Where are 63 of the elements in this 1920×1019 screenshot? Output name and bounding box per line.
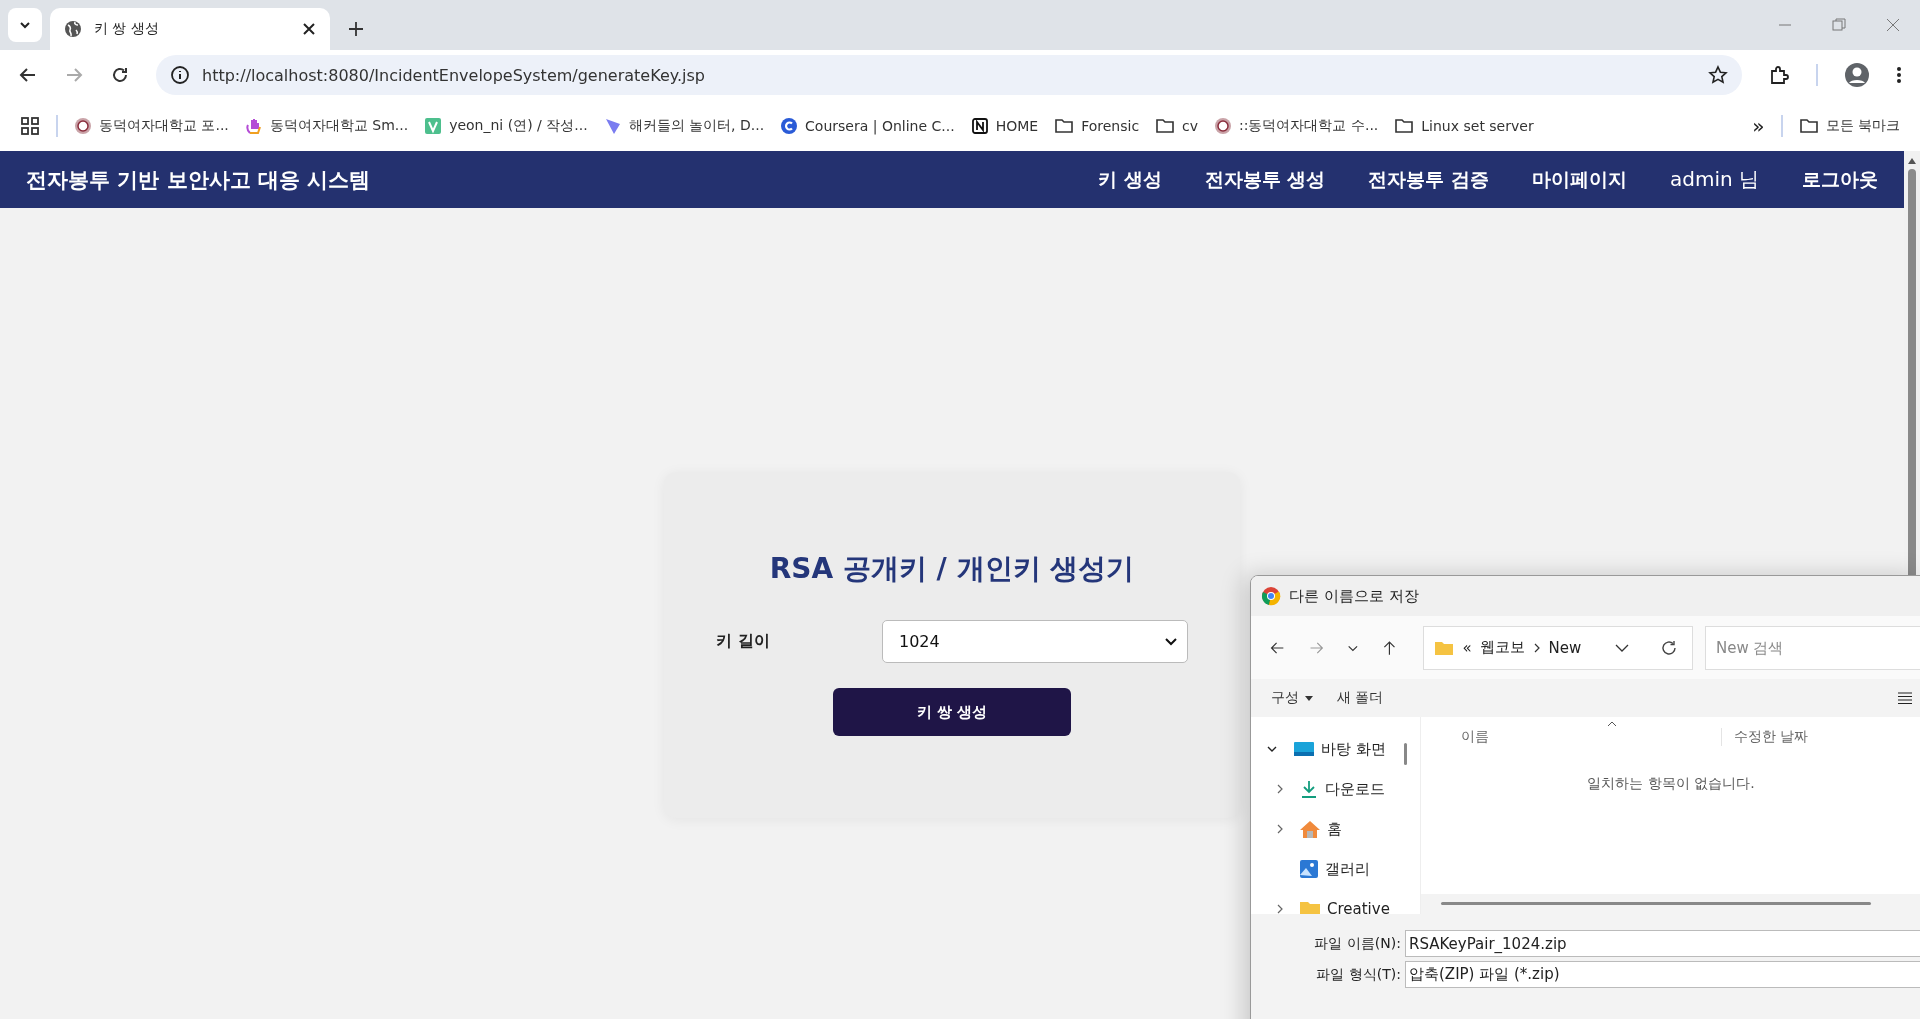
bookmark[interactable]: Forensic	[1054, 116, 1140, 135]
bookmark-label: yeon_ni (연) / 작성...	[449, 116, 588, 135]
tree-item-label: 홈	[1327, 819, 1342, 839]
bookmark[interactable]: cv	[1155, 116, 1199, 135]
nav-link[interactable]: 전자봉투 검증	[1368, 166, 1489, 193]
path-segment[interactable]: 웹코보	[1479, 638, 1525, 657]
tree-item[interactable]: 바탕 화면	[1251, 729, 1402, 769]
nav-link[interactable]: 로그아웃	[1802, 166, 1878, 193]
user-name[interactable]: admin 님	[1669, 166, 1759, 193]
bookmark-label: ::동덕여자대학교 수...	[1239, 116, 1379, 135]
column-header[interactable]: 수정한 날짜	[1721, 728, 1809, 746]
tree-item[interactable]: 다운로드	[1251, 769, 1402, 809]
nav-link[interactable]: 마이페이지	[1531, 166, 1627, 193]
tree-item-label: Creative	[1327, 900, 1390, 914]
bookmark-label: HOME	[995, 117, 1039, 134]
bookmark-label: 동덕여자대학교 포...	[99, 116, 229, 135]
tree-item-label: 갤러리	[1325, 859, 1370, 879]
empty-message: 일치하는 항목이 없습니다.	[1586, 775, 1756, 793]
bookmark[interactable]: 동덕여자대학교 포...	[74, 116, 229, 135]
bookmark-label: cv	[1182, 117, 1199, 134]
tree-item[interactable]: 홈	[1251, 809, 1402, 849]
all-bookmarks[interactable]: 모든 북마크	[1798, 116, 1900, 135]
tree-item[interactable]: Creative	[1251, 889, 1402, 914]
address-bar[interactable]: http://localhost:8080/IncidentEnvelopeSystem/generateKey.jsp	[156, 55, 1742, 95]
browser-tab[interactable]: 키 쌍 생성	[50, 8, 330, 50]
dialog-title: 다른 이름으로 저장	[1289, 586, 1419, 606]
bookmark-label: Coursera | Online C...	[805, 117, 955, 134]
bookmark-label: Linux set server	[1421, 117, 1534, 134]
nav-link[interactable]: 키 생성	[1098, 166, 1162, 193]
column-header[interactable]: 이름	[1421, 728, 1721, 746]
url-text: http://localhost:8080/IncidentEnvelopeSystem/generateKey.jsp	[202, 65, 706, 85]
generate-button[interactable]: 키 쌍 생성	[833, 688, 1071, 736]
bookmark[interactable]: HOME	[970, 116, 1039, 135]
file-name-field[interactable]: RSAKeyPair_1024.zip	[1405, 930, 1920, 957]
path-prefix: «	[1462, 638, 1472, 657]
bookmark-label: 모든 북마크	[1825, 116, 1900, 135]
command-button[interactable]: 구성	[1271, 689, 1313, 707]
bookmark[interactable]: 해커들의 놀이터, D...	[603, 116, 765, 135]
tree-item[interactable]: 갤러리	[1251, 849, 1402, 889]
key-length-select[interactable]: 1024	[882, 620, 1188, 663]
bookmark[interactable]: yeon_ni (연) / 작성...	[424, 116, 588, 135]
bookmark[interactable]: ::동덕여자대학교 수...	[1214, 116, 1379, 135]
field-label: 키 길이	[716, 631, 771, 652]
command-button[interactable]: 새 폴더	[1337, 689, 1384, 707]
search-field[interactable]: New 검색	[1705, 625, 1920, 670]
card-title: RSA 공개키 / 개인키 생성기	[769, 551, 1135, 587]
tab-title: 키 쌍 생성	[94, 20, 160, 38]
bookmark[interactable]: 동덕여자대학교 Sm...	[244, 116, 409, 135]
tree-item-label: 바탕 화면	[1321, 739, 1386, 759]
field-label: 파일 이름(N):	[1313, 934, 1402, 953]
path-segment[interactable]: New	[1548, 638, 1582, 657]
field-label: 파일 형식(T):	[1315, 965, 1402, 984]
bookmark-label: 해커들의 놀이터, D...	[628, 116, 765, 135]
more-bookmarks-button[interactable]: »	[1752, 113, 1765, 138]
file-type-select[interactable]: 압축(ZIP) 파일 (*.zip)	[1405, 961, 1920, 988]
tree-item-label: 다운로드	[1325, 779, 1385, 799]
bookmark[interactable]: Coursera | Online C...	[780, 116, 955, 135]
bookmark[interactable]: Linux set server	[1394, 116, 1534, 135]
site-title[interactable]: 전자봉투 기반 보안사고 대응 시스템	[26, 165, 371, 194]
bookmark-label: Forensic	[1081, 117, 1140, 134]
nav-link[interactable]: 전자봉투 생성	[1204, 166, 1326, 193]
bookmark-label: 동덕여자대학교 Sm...	[269, 116, 409, 135]
path-bar[interactable]: « 웹코보 New	[1423, 625, 1693, 670]
